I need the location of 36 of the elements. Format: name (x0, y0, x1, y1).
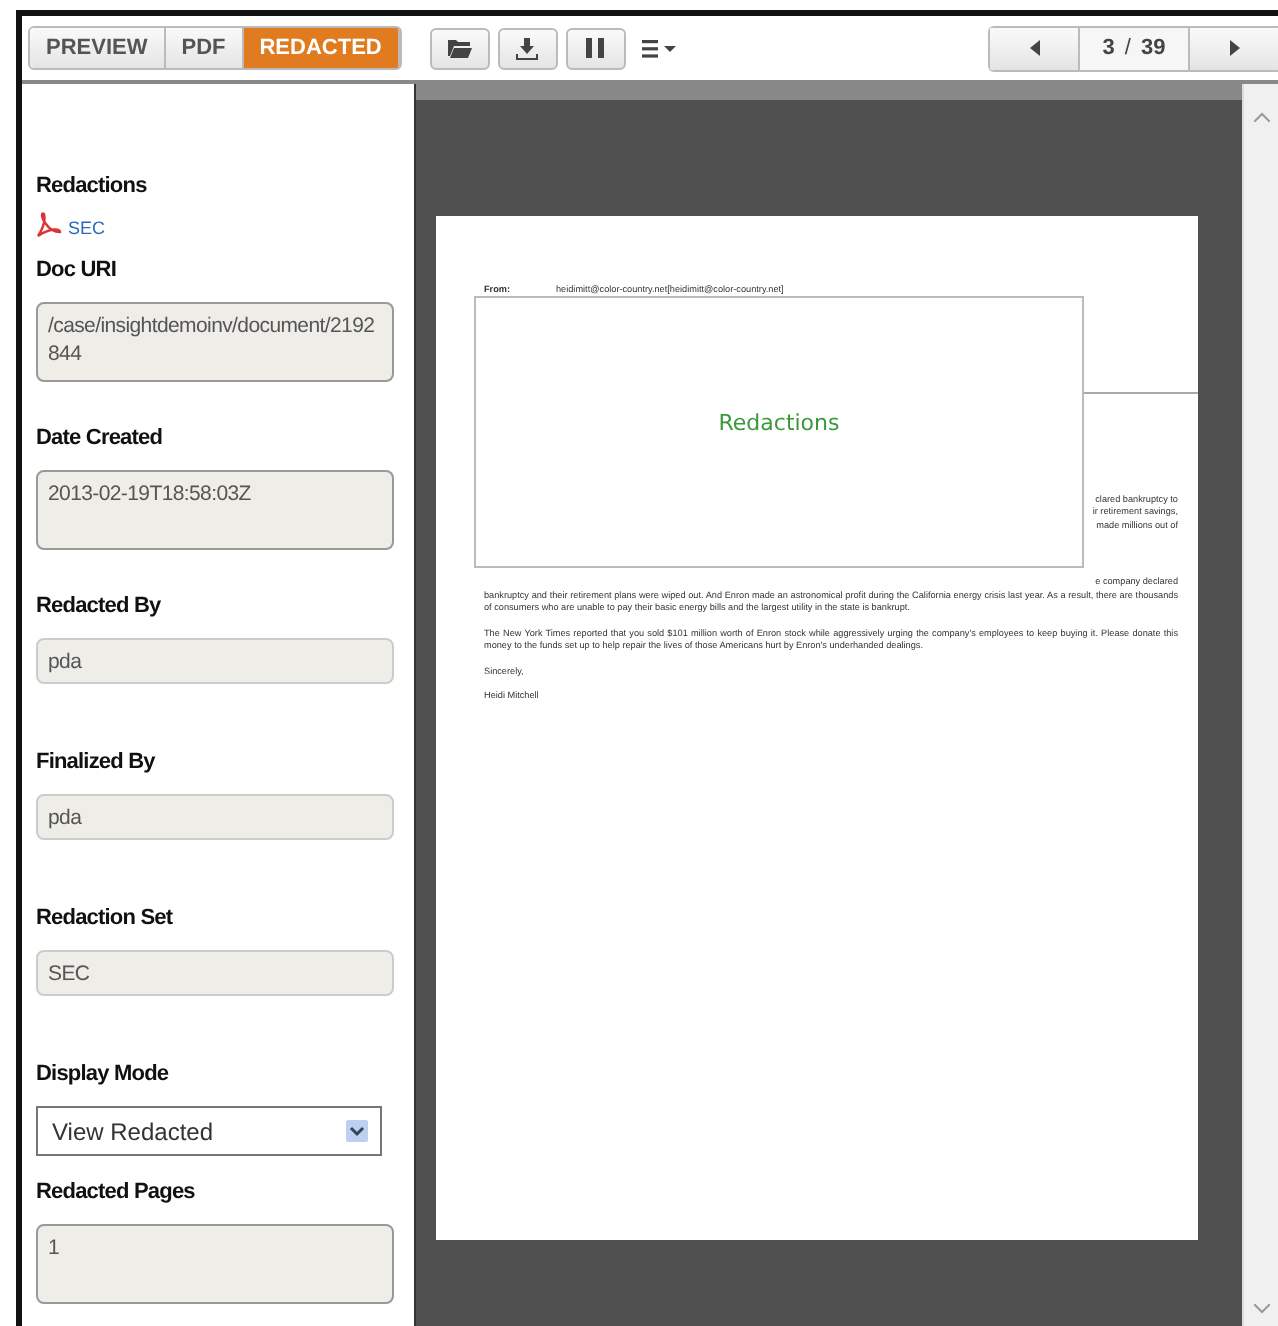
download-button[interactable] (497, 27, 558, 69)
left-arrow-icon (1029, 40, 1039, 56)
field-label: Redacted Pages (36, 1180, 197, 1206)
page-count: 39 (1140, 36, 1166, 60)
page-separator: / (1124, 36, 1131, 60)
field-label: Redaction Set (36, 906, 175, 932)
field-label: Redactions (36, 174, 149, 200)
readonly-field[interactable]: 2013-02-19T18:58:03Z (36, 470, 394, 550)
field-label: Doc URI (36, 258, 118, 284)
view-tab[interactable]: PREVIEW (30, 28, 166, 68)
next-page-button[interactable] (1190, 27, 1278, 69)
field-label: Display Mode (36, 1062, 171, 1088)
readonly-field[interactable]: 1 (36, 1224, 394, 1304)
download-icon (516, 37, 539, 59)
previous-page-button[interactable] (990, 27, 1078, 69)
field-label: Date Created (36, 426, 165, 452)
dropdown-arrow-icon (346, 1120, 368, 1142)
readonly-field[interactable]: SEC (36, 950, 394, 996)
scrollbar[interactable] (1242, 84, 1278, 1326)
display-mode-select[interactable]: View Redacted (36, 1106, 382, 1156)
field-label: Redacted By (36, 594, 163, 620)
readonly-field[interactable]: pda (36, 638, 394, 684)
readonly-field[interactable]: /case/insightdemoinv/document/2192844 (36, 302, 394, 382)
redaction-link[interactable]: SEC (68, 218, 106, 238)
pause-icon (586, 38, 605, 58)
readonly-field[interactable]: pda (36, 794, 394, 840)
folder-button[interactable] (429, 27, 490, 69)
current-page: 3 (1102, 36, 1115, 60)
field-label: Finalized By (36, 750, 157, 776)
menu-icon (641, 39, 678, 57)
right-arrow-icon (1229, 40, 1239, 56)
pdf-icon (36, 212, 62, 238)
view-tab[interactable]: PDF (165, 28, 244, 68)
panel-title: Redactions (718, 418, 840, 440)
folder-icon (447, 38, 472, 58)
pause-button[interactable] (565, 27, 626, 69)
